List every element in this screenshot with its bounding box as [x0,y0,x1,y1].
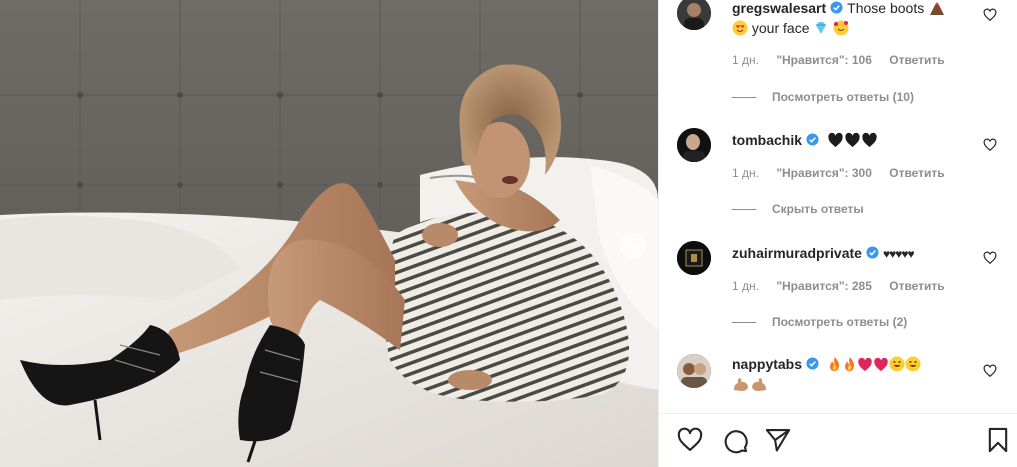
avatar-image [677,0,711,30]
replies-toggle-label: Посмотреть ответы (10) [772,90,914,104]
comment-timestamp[interactable]: 1 дн. [732,166,759,180]
avatar-image [677,241,711,275]
verified-badge-icon [866,246,879,259]
bookmark-icon [988,427,1008,453]
fire-emoji-icon [829,356,839,372]
heart-outline-icon [983,8,997,22]
hide-replies-button[interactable]: Скрыть ответы [732,202,864,216]
comment-text: tombachik [732,130,982,150]
comments-list[interactable]: gregswalesart Those boots your face 1 дн.… [659,0,1017,413]
view-replies-button[interactable]: Посмотреть ответы (2) [732,315,907,329]
volcano-emoji-icon [930,2,945,15]
comment-reply-button[interactable]: Ответить [889,166,944,180]
replies-line [732,97,756,99]
replies-line [732,322,756,324]
comment-like-button[interactable] [983,364,999,380]
heart-outline-icon [983,138,997,152]
comment-text-part: your face [751,20,810,36]
comment-username[interactable]: nappytabs [732,356,802,372]
share-button[interactable] [764,426,792,454]
flexed-biceps-emoji-icon [752,378,766,391]
avatar[interactable] [677,354,711,388]
comment-likes-count[interactable]: "Нравится": 285 [776,279,872,293]
smiling-hearts-emoji-icon [833,20,849,36]
heart-eyes-emoji-icon [732,20,748,36]
avatar-image [677,354,711,388]
comment-username[interactable]: tombachik [732,132,802,148]
fire-emoji-icon [844,356,854,372]
heart-outline-icon [677,427,703,451]
grinning-emoji-icon [889,356,905,372]
comment-timestamp[interactable]: 1 дн. [732,53,759,67]
comment-likes-count[interactable]: "Нравится": 300 [776,166,872,180]
replies-toggle-label: Скрыть ответы [772,202,864,216]
replies-line [732,209,756,211]
chevron-right-icon [630,241,637,251]
heart-outline-icon [983,364,997,378]
comment-reply-button[interactable]: Ответить [889,279,944,293]
verified-badge-icon [806,133,819,146]
comment-text: nappytabs [732,354,982,394]
comment-reply-button[interactable]: Ответить [889,53,944,67]
comment-meta: 1 дн. "Нравится": 106 Ответить [732,53,959,67]
comment-text-part: ♥♥♥♥♥ [882,247,915,261]
post-photo [0,0,658,467]
like-button[interactable] [676,426,704,454]
comment-icon [724,430,748,454]
heart-outline-icon [983,251,997,265]
black-heart-emoji-icon [862,132,877,148]
comment-like-button[interactable] [983,8,999,24]
comment-likes-count[interactable]: "Нравится": 106 [776,53,872,67]
comment-username[interactable]: gregswalesart [732,0,826,16]
carousel-next-button[interactable] [620,233,646,259]
red-heart-emoji-icon [858,357,872,372]
verified-badge-icon [830,1,843,14]
comment-text: zuhairmuradprivate ♥♥♥♥♥ [732,243,982,264]
comment-timestamp[interactable]: 1 дн. [732,279,759,293]
comment-meta: 1 дн. "Нравится": 300 Ответить [732,166,959,180]
save-button[interactable] [984,426,1012,454]
verified-badge-icon [806,357,819,370]
comment-meta: 1 дн. "Нравится": 285 Ответить [732,279,959,293]
avatar[interactable] [677,0,711,30]
avatar[interactable] [677,128,711,162]
diamond-emoji-icon [816,22,827,34]
comment-text: gregswalesart Those boots your face [732,0,982,38]
black-heart-emoji-icon [845,132,860,148]
avatar-image [677,128,711,162]
comment-button[interactable] [721,426,749,454]
grinning-emoji-icon [905,356,921,372]
red-heart-emoji-icon [874,357,888,372]
comment-like-button[interactable] [983,138,999,154]
post-action-bar [659,414,1017,467]
comment-username[interactable]: zuhairmuradprivate [732,245,862,261]
black-heart-emoji-icon [828,132,843,148]
comment-text-part: Those boots [847,0,925,16]
avatar[interactable] [677,241,711,275]
flexed-biceps-emoji-icon [734,378,748,391]
comment-like-button[interactable] [983,251,999,267]
paper-plane-icon [765,429,791,452]
replies-toggle-label: Посмотреть ответы (2) [772,315,908,329]
post-image[interactable] [0,0,658,467]
view-replies-button[interactable]: Посмотреть ответы (10) [732,90,914,104]
